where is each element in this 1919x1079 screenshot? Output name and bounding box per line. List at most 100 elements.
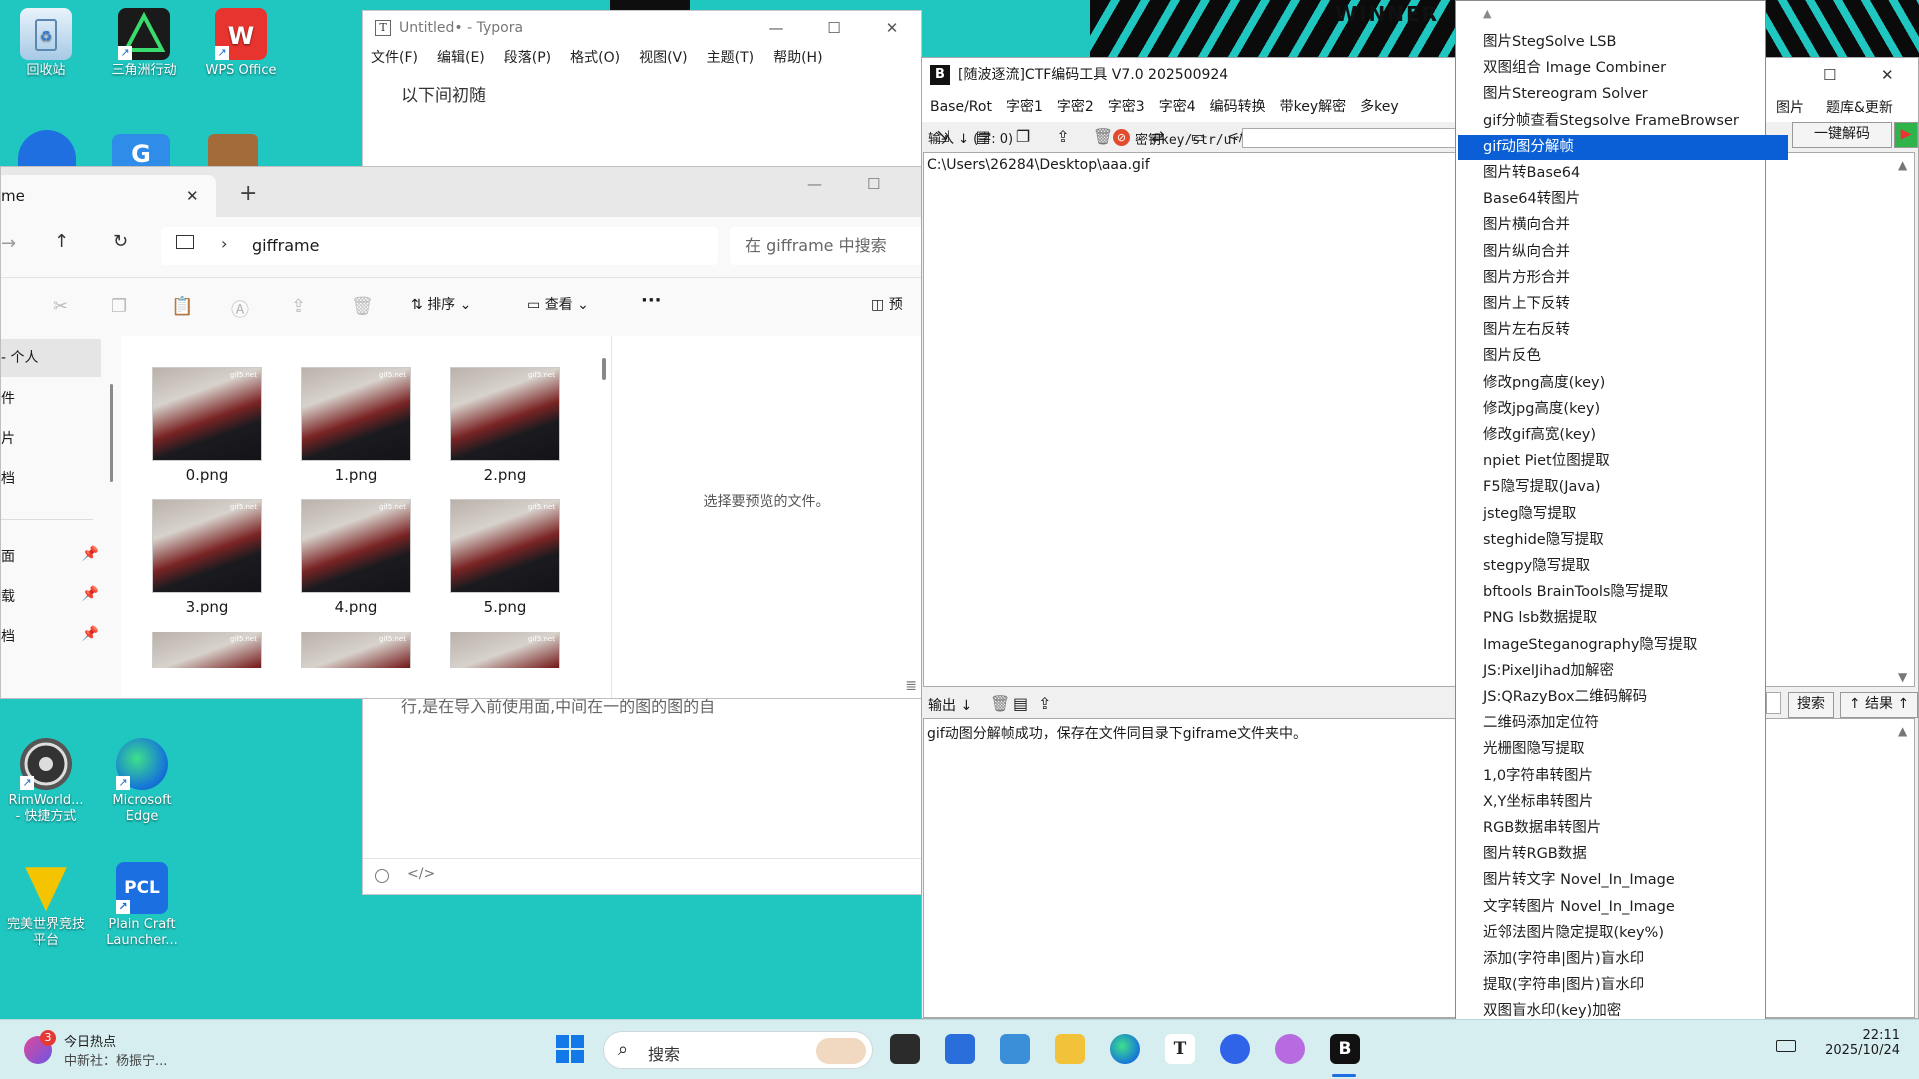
taskbar-search[interactable]: ⌕ 搜索	[603, 1031, 873, 1069]
menu-item[interactable]: 图片Stereogram Solver	[1458, 82, 1788, 107]
file-item[interactable]: gif5.net 1.png	[301, 368, 411, 484]
desktop-icon-recycle-bin[interactable]: ♻ 回收站	[6, 8, 86, 79]
menu-item[interactable]: 图片上下反转	[1458, 292, 1788, 317]
menu-format[interactable]: 格式(O)	[570, 45, 620, 71]
menu-item[interactable]: 图片StegSolve LSB	[1458, 30, 1788, 55]
file-item[interactable]: gif5.net 2.png	[450, 368, 560, 484]
typora-icon[interactable]: T	[1165, 1034, 1195, 1064]
path-segment[interactable]: gifframe	[252, 236, 319, 255]
nav-item-pinned[interactable]: 载 📌	[1, 586, 99, 606]
menu-edit[interactable]: 编辑(E)	[437, 45, 485, 71]
nav-item[interactable]: 件	[1, 388, 15, 408]
decode-arrow-button[interactable]: ▶	[1894, 122, 1918, 148]
more-options-button[interactable]: ···	[641, 290, 662, 311]
menu-item[interactable]: jsteg隐写提取	[1458, 502, 1788, 527]
delete-icon[interactable]: 🗑	[1092, 126, 1114, 148]
menu-item[interactable]: 双图组合 Image Combiner	[1458, 56, 1788, 81]
explorer-tab[interactable]: me ✕	[1, 175, 216, 217]
menu-view[interactable]: 视图(V)	[639, 45, 688, 71]
file-item[interactable]: gif5.net 3.png	[152, 500, 262, 616]
menu-file[interactable]: 文件(F)	[371, 45, 418, 71]
menu-item[interactable]: steghide隐写提取	[1458, 528, 1788, 553]
menu-item[interactable]: 近邻法图片隐定提取(key%)	[1458, 921, 1788, 946]
desktop-icon-wps[interactable]: W ↗ WPS Office	[201, 8, 281, 79]
share-output-icon[interactable]: ⇪	[1038, 694, 1051, 713]
photos-icon[interactable]	[1000, 1034, 1030, 1064]
menu-item[interactable]: JS:PixelJihad加解密	[1458, 659, 1788, 684]
menu-item[interactable]: 图片反色	[1458, 344, 1788, 369]
menu-item[interactable]: npiet Piet位图提取	[1458, 449, 1788, 474]
menu-item[interactable]: 二维码添加定位符	[1458, 711, 1788, 736]
maximize-button[interactable]: ☐	[805, 11, 863, 45]
copy-output-icon[interactable]: ▤	[1013, 694, 1028, 713]
file-item[interactable]: gif5.net 4.png	[301, 500, 411, 616]
menu-item[interactable]: 图片转文字 Novel_In_Image	[1458, 868, 1788, 893]
copy-icon[interactable]: ❐	[111, 296, 127, 317]
store-icon[interactable]	[945, 1034, 975, 1064]
menu-item[interactable]: 图片左右反转	[1458, 318, 1788, 343]
search-button[interactable]: 搜索	[1788, 692, 1834, 718]
one-click-decode-button[interactable]: 一键解码	[1792, 122, 1892, 148]
maximize-button[interactable]: ☐	[1823, 58, 1836, 92]
partial-app-icon[interactable]	[18, 130, 76, 170]
partial-app-icon[interactable]: G	[112, 134, 170, 170]
refresh-icon[interactable]: ↻	[113, 231, 128, 252]
circle-icon[interactable]	[375, 869, 389, 883]
address-bar[interactable]: › gifframe	[161, 227, 718, 265]
file-item[interactable]: gif5.net 0.png	[152, 368, 262, 484]
menu-item[interactable]: 图片纵向合并	[1458, 240, 1788, 265]
menu-base-rot[interactable]: Base/Rot	[930, 92, 992, 122]
ctf-tool-icon[interactable]: B	[1330, 1034, 1360, 1064]
sort-button[interactable]: ⇅ 排序 ⌄	[411, 294, 471, 314]
menu-multi-key[interactable]: 多key	[1360, 92, 1399, 122]
desktop-icon-edge[interactable]: ↗ Microsoft Edge	[102, 738, 182, 825]
file-item[interactable]: gif5.net	[301, 632, 411, 668]
preview-pane-button[interactable]: ◫ 预	[871, 294, 903, 314]
up-icon[interactable]: ↑	[54, 231, 69, 252]
partial-app-icon[interactable]	[208, 134, 258, 170]
scroll-up-icon[interactable]: ▲	[1898, 158, 1907, 172]
menu-cipher-1[interactable]: 字密1	[1006, 92, 1043, 122]
menu-item[interactable]: F5隐写提取(Java)	[1458, 475, 1788, 500]
nav-item-personal[interactable]: - 个人	[1, 339, 101, 377]
menu-key-decrypt[interactable]: 带key解密	[1280, 92, 1347, 122]
rename-icon[interactable]: Ⓐ	[231, 296, 249, 322]
nav-scrollbar[interactable]	[110, 384, 113, 482]
start-icon[interactable]	[555, 1034, 585, 1064]
menu-encoding-convert[interactable]: 编码转换	[1210, 92, 1266, 122]
result-button[interactable]: ↑ 结果 ↑	[1840, 692, 1918, 718]
nav-item[interactable]: 档	[1, 468, 15, 488]
close-button[interactable]: ✕	[863, 11, 921, 45]
file-item[interactable]: gif5.net	[450, 632, 560, 668]
maximize-button[interactable]: ☐	[867, 175, 880, 193]
menu-item[interactable]: bftools BrainTools隐写提取	[1458, 580, 1788, 605]
menu-theme[interactable]: 主题(T)	[707, 45, 754, 71]
minimize-button[interactable]: —	[807, 175, 822, 193]
menu-item[interactable]: 添加(字符串|图片)盲水印	[1458, 947, 1788, 972]
clear-output-icon[interactable]: 🗑	[990, 694, 1010, 713]
key-input[interactable]	[1242, 128, 1456, 148]
menu-item[interactable]: 提取(字符串|图片)盲水印	[1458, 973, 1788, 998]
menu-item[interactable]: 图片转RGB数据	[1458, 842, 1788, 867]
search-input[interactable]: 在 gifframe 中搜索	[730, 227, 923, 265]
share-icon[interactable]: ⇪	[291, 296, 306, 317]
menu-item[interactable]: 文字转图片 Novel_In_Image	[1458, 895, 1788, 920]
menu-item[interactable]: gif分帧查看Stegsolve FrameBrowser	[1458, 109, 1788, 134]
clock[interactable]: 22:11 2025/10/24	[1825, 1028, 1900, 1058]
desktop-icon-perfect-world[interactable]: 完美世界竞技平台	[6, 862, 86, 949]
menu-scroll-up-icon[interactable]: ▲	[1483, 7, 1491, 20]
menu-item[interactable]: 修改png高度(key)	[1458, 371, 1788, 396]
menu-item[interactable]: 修改gif高宽(key)	[1458, 423, 1788, 448]
close-button[interactable]: ✕	[1881, 58, 1894, 92]
share-icon[interactable]: ⇪	[1052, 126, 1074, 148]
desktop-icon-pcl[interactable]: PCL ↗ Plain Craft Launcher...	[102, 862, 182, 949]
scroll-down-icon[interactable]: ▼	[1898, 670, 1907, 684]
view-button[interactable]: ▭ 查看 ⌄	[527, 294, 589, 314]
menu-item[interactable]: 图片转Base64	[1458, 161, 1788, 186]
task-view-icon[interactable]	[890, 1034, 920, 1064]
minimize-button[interactable]: —	[747, 11, 805, 45]
menu-item[interactable]: gif动图分解帧	[1458, 134, 1788, 160]
nav-item[interactable]: 片	[1, 428, 15, 448]
desktop-icon-delta-force[interactable]: ↗ 三角洲行动	[104, 8, 184, 79]
cut-icon[interactable]: ✂	[53, 296, 68, 317]
